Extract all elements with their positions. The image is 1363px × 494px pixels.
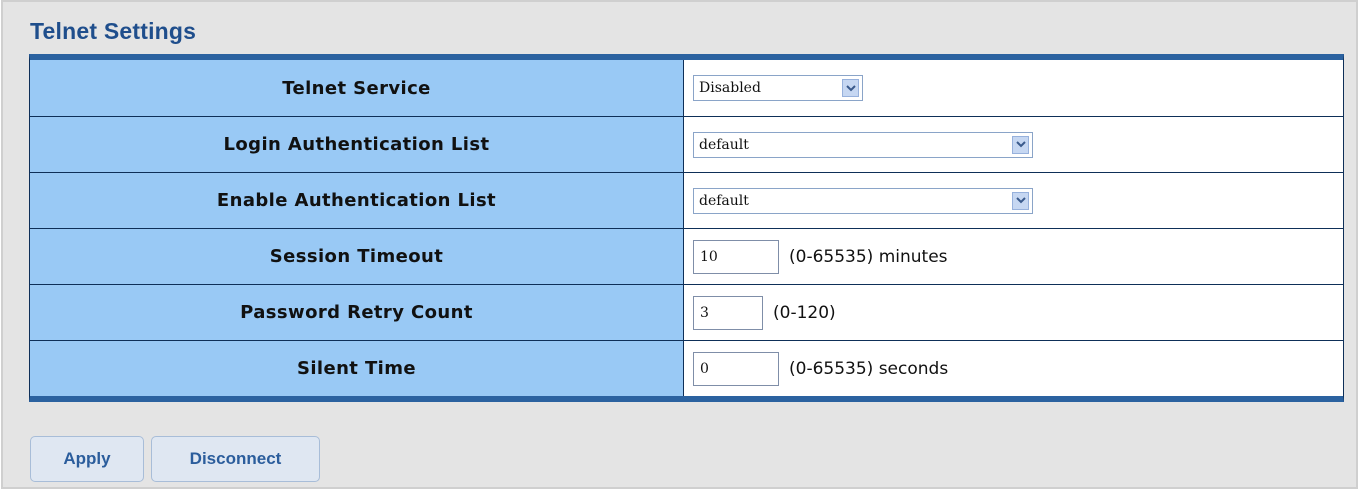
settings-panel: Telnet Settings Telnet Service Disabled … [1,0,1358,489]
password-retry-count-hint: (0-120) [773,302,836,323]
session-timeout-cell: 10 (0-65535) minutes [684,229,1343,284]
chevron-down-icon[interactable] [1012,135,1029,154]
settings-table: Telnet Service Disabled Login Authentica… [29,54,1344,402]
silent-time-hint: (0-65535) seconds [789,358,949,379]
table-row: Enable Authentication List default [30,173,1343,229]
login-auth-list-label: Login Authentication List [30,117,684,172]
password-retry-count-input[interactable]: 3 [693,295,763,330]
enable-auth-list-select[interactable]: default [693,187,1033,214]
silent-time-label: Silent Time [30,341,684,396]
session-timeout-input[interactable]: 10 [693,239,779,274]
session-timeout-hint: (0-65535) minutes [789,246,948,267]
enable-auth-list-label: Enable Authentication List [30,173,684,228]
table-row: Login Authentication List default [30,117,1343,173]
telnet-service-label: Telnet Service [30,60,684,116]
table-row: Silent Time 0 (0-65535) seconds [30,341,1343,396]
enable-auth-list-cell: default [684,173,1343,228]
table-row: Session Timeout 10 (0-65535) minutes [30,229,1343,285]
disconnect-button[interactable]: Disconnect [151,436,320,482]
password-retry-count-label: Password Retry Count [30,285,684,340]
session-timeout-label: Session Timeout [30,229,684,284]
apply-button[interactable]: Apply [30,436,144,482]
chevron-down-icon[interactable] [1012,191,1029,210]
silent-time-input[interactable]: 0 [693,351,779,386]
telnet-service-value: Disabled [699,80,761,96]
enable-auth-list-value: default [699,192,749,209]
password-retry-count-cell: 3 (0-120) [684,285,1343,340]
login-auth-list-select[interactable]: default [693,131,1033,158]
table-row: Telnet Service Disabled [30,60,1343,117]
table-row: Password Retry Count 3 (0-120) [30,285,1343,341]
telnet-service-cell: Disabled [684,60,1343,116]
page-title: Telnet Settings [30,18,197,44]
login-auth-list-cell: default [684,117,1343,172]
telnet-service-select[interactable]: Disabled [693,75,863,101]
chevron-down-icon[interactable] [842,79,859,97]
silent-time-cell: 0 (0-65535) seconds [684,341,1343,396]
login-auth-list-value: default [699,136,749,153]
